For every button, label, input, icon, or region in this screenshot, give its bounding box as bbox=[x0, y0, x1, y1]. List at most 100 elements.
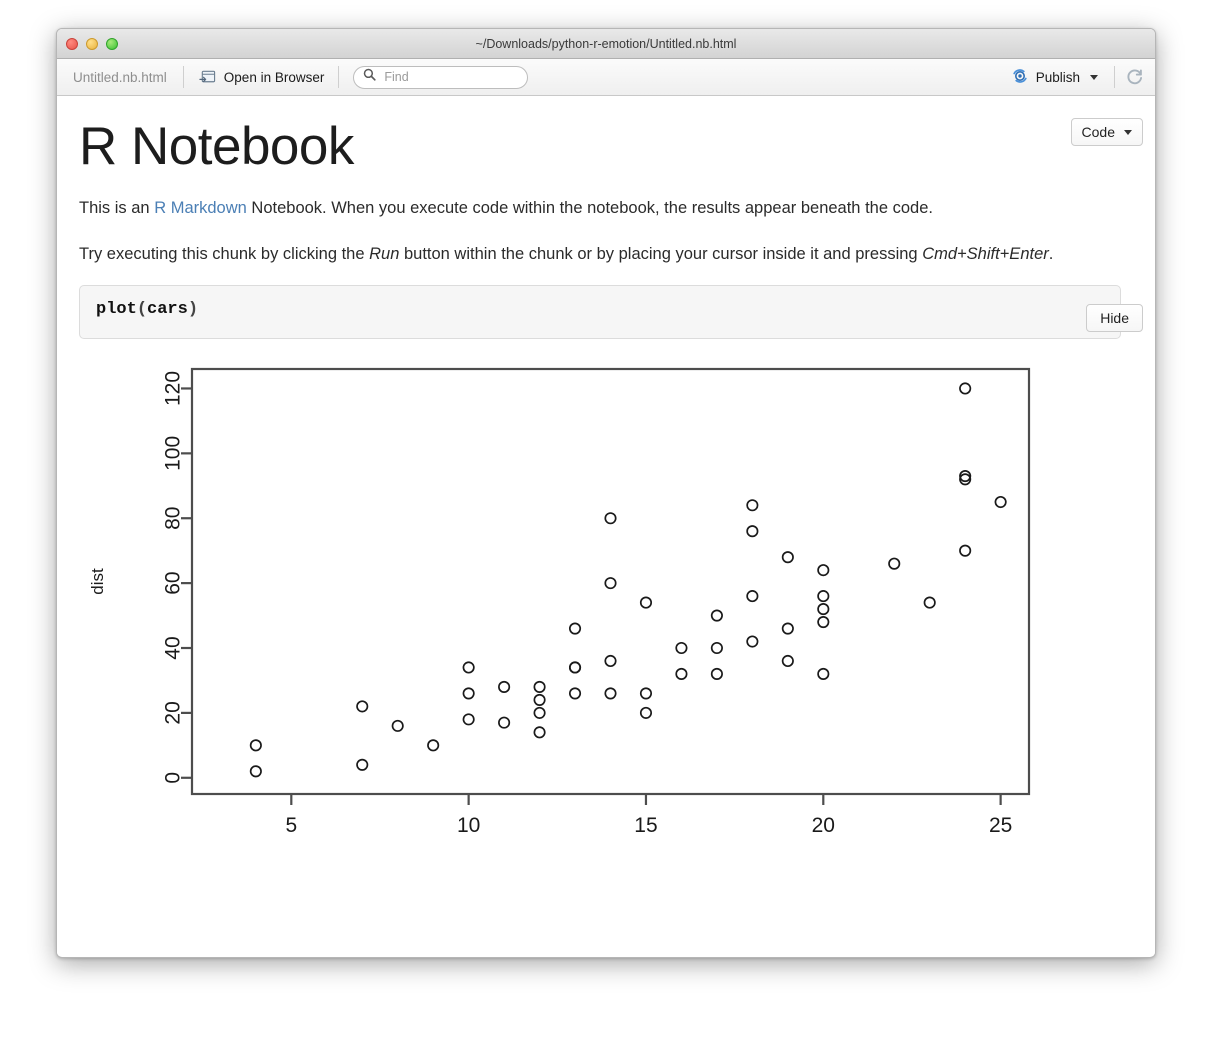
code-chunk-text: plot(cars) bbox=[96, 300, 198, 319]
data-point bbox=[604, 512, 617, 525]
rstudio-notebook-preview-window: ~/Downloads/python-r-emotion/Untitled.nb… bbox=[56, 28, 1156, 958]
code-open-paren: ( bbox=[136, 300, 148, 320]
data-point bbox=[462, 687, 475, 700]
y-tick-label: 20 bbox=[162, 701, 185, 724]
data-point bbox=[746, 499, 759, 512]
data-point bbox=[462, 713, 475, 726]
code-close-paren: ) bbox=[187, 300, 199, 320]
data-point bbox=[675, 667, 688, 681]
data-point bbox=[568, 661, 582, 674]
data-point bbox=[639, 706, 653, 720]
toolbar-filename: Untitled.nb.html bbox=[73, 69, 167, 85]
code-argument: cars bbox=[147, 300, 188, 320]
data-point bbox=[533, 726, 546, 739]
open-in-browser-label: Open in Browser bbox=[223, 69, 325, 85]
data-point bbox=[746, 525, 759, 538]
y-tick-label: 40 bbox=[162, 636, 185, 659]
y-axis-label: dist bbox=[88, 568, 107, 595]
intro-text-before: This is an bbox=[79, 199, 155, 218]
data-point bbox=[533, 680, 546, 694]
chevron-down-icon[interactable] bbox=[1090, 74, 1098, 80]
data-point bbox=[356, 700, 369, 713]
data-point bbox=[604, 655, 617, 668]
data-point bbox=[533, 706, 546, 720]
x-tick-label: 5 bbox=[285, 814, 297, 837]
run-keyword: Run bbox=[369, 245, 400, 264]
cars-scatter-plot: 0 20 40 60 80 100 120 5 10 15 20 25 dist bbox=[88, 367, 1031, 837]
data-point bbox=[959, 382, 972, 395]
intro-paragraph: This is an R Markdown Notebook. When you… bbox=[79, 197, 1121, 221]
instructions-part1: Try executing this chunk by clicking the bbox=[79, 245, 370, 264]
data-point bbox=[746, 635, 759, 648]
page-title: R Notebook bbox=[79, 117, 354, 176]
data-point bbox=[710, 609, 723, 622]
hide-button-label: Hide bbox=[1100, 310, 1129, 326]
data-point bbox=[781, 655, 794, 668]
data-point bbox=[568, 687, 582, 700]
shortcut-keyword: Cmd+Shift+Enter bbox=[922, 245, 1049, 264]
search-icon bbox=[363, 68, 376, 86]
open-in-browser-button[interactable]: Open in Browser bbox=[190, 66, 333, 89]
toolbar-divider-1 bbox=[182, 66, 184, 88]
code-menu-button[interactable]: Code bbox=[1070, 118, 1143, 146]
publish-label: Publish bbox=[1035, 69, 1080, 85]
data-point bbox=[888, 557, 901, 570]
data-point bbox=[249, 739, 262, 752]
data-point bbox=[427, 739, 440, 752]
x-tick-label: 20 bbox=[812, 814, 835, 837]
data-point bbox=[391, 719, 404, 732]
plot-output: 0 20 40 60 80 100 120 5 10 15 20 25 dist bbox=[79, 361, 1079, 861]
find-box[interactable] bbox=[353, 65, 529, 89]
data-point bbox=[923, 596, 936, 609]
y-tick-label: 80 bbox=[162, 507, 185, 530]
browser-window-icon bbox=[198, 69, 217, 86]
data-point bbox=[710, 667, 723, 681]
x-tick-label: 25 bbox=[989, 814, 1012, 837]
data-point bbox=[817, 603, 830, 616]
r-markdown-link[interactable]: R Markdown bbox=[154, 199, 247, 217]
data-point bbox=[462, 661, 475, 674]
publish-icon bbox=[1011, 67, 1029, 88]
publish-button[interactable]: Publish bbox=[1005, 64, 1104, 91]
instructions-part2: button within the chunk or by placing yo… bbox=[399, 245, 923, 264]
data-point bbox=[568, 622, 582, 635]
data-point bbox=[249, 765, 262, 778]
toolbar-divider-3 bbox=[1114, 66, 1115, 88]
code-chunk[interactable]: plot(cars) bbox=[79, 285, 1121, 340]
data-point bbox=[746, 590, 759, 603]
window-title: ~/Downloads/python-r-emotion/Untitled.nb… bbox=[475, 37, 737, 51]
data-point bbox=[498, 716, 511, 729]
data-point bbox=[675, 642, 688, 655]
data-point bbox=[817, 667, 830, 681]
data-point bbox=[817, 590, 830, 603]
data-point bbox=[604, 577, 617, 590]
data-point bbox=[959, 544, 972, 557]
data-point bbox=[639, 687, 653, 700]
data-point bbox=[994, 496, 1007, 509]
y-tick-label: 60 bbox=[162, 572, 185, 595]
data-point bbox=[781, 622, 794, 635]
code-menu-label: Code bbox=[1081, 124, 1115, 140]
x-tick-label: 10 bbox=[457, 814, 480, 837]
window-titlebar: ~/Downloads/python-r-emotion/Untitled.nb… bbox=[57, 29, 1155, 59]
data-point bbox=[710, 642, 723, 655]
data-point bbox=[604, 687, 617, 700]
instructions-paragraph: Try executing this chunk by clicking the… bbox=[79, 243, 1121, 267]
y-tick-label: 0 bbox=[162, 772, 185, 784]
instructions-part3: . bbox=[1048, 245, 1054, 264]
x-tick-label: 15 bbox=[634, 814, 657, 837]
hide-button[interactable]: Hide bbox=[1086, 304, 1143, 332]
toolbar-right-group: Publish bbox=[1005, 64, 1145, 91]
chevron-down-icon bbox=[1124, 129, 1132, 135]
y-tick-label: 100 bbox=[162, 436, 185, 471]
plot-frame bbox=[190, 367, 1031, 796]
data-point bbox=[498, 680, 511, 694]
data-point bbox=[533, 693, 546, 707]
data-point bbox=[356, 758, 369, 771]
data-point bbox=[781, 551, 794, 564]
notebook-document: Code R Notebook This is an R Markdown No… bbox=[57, 96, 1155, 956]
find-input[interactable] bbox=[382, 69, 519, 85]
data-point bbox=[639, 596, 653, 609]
data-point bbox=[817, 616, 830, 629]
refresh-button[interactable] bbox=[1125, 67, 1145, 87]
